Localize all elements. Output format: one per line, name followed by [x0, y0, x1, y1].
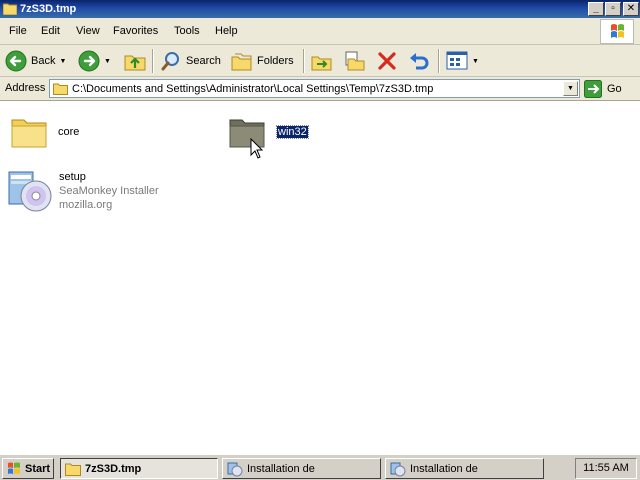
up-button[interactable]: [124, 48, 146, 74]
folder-item-core[interactable]: core: [10, 114, 120, 154]
copy-to-folder-icon: [345, 51, 365, 71]
go-label: Go: [607, 83, 622, 95]
views-dropdown-icon[interactable]: ▼: [472, 58, 479, 65]
start-button[interactable]: Start: [2, 458, 54, 479]
menu-tools[interactable]: Tools: [174, 25, 200, 37]
address-input[interactable]: C:\Documents and Settings\Administrator\…: [49, 79, 580, 98]
folder-up-icon: [124, 55, 146, 71]
forward-button[interactable]: ▼: [78, 48, 111, 74]
taskbar-button-installation-1[interactable]: Installation de: [222, 458, 381, 479]
address-path: C:\Documents and Settings\Administrator\…: [72, 83, 434, 95]
taskbar-button-explorer[interactable]: 7zS3D.tmp: [60, 458, 218, 479]
installer-icon: [227, 462, 243, 476]
file-name: setup: [59, 171, 86, 183]
move-to-button[interactable]: [311, 48, 333, 74]
undo-icon: [410, 53, 429, 70]
folders-icon: [231, 53, 252, 71]
toolbar-separator: [152, 49, 154, 73]
menu-help[interactable]: Help: [215, 25, 238, 37]
move-to-folder-icon: [311, 56, 332, 71]
file-list-view[interactable]: core win32 setup SeaMonkey Installer moz…: [0, 102, 640, 454]
start-label: Start: [25, 462, 51, 475]
back-label: Back: [31, 55, 56, 67]
taskbar-task-label: Installation de: [247, 462, 315, 475]
search-button[interactable]: Search: [160, 48, 221, 74]
folder-label-selected: win32: [276, 125, 309, 139]
minimize-button[interactable]: _: [588, 2, 604, 16]
menu-favorites[interactable]: Favorites: [113, 25, 158, 37]
installer-icon: [390, 462, 406, 476]
delete-x-icon: [378, 52, 396, 70]
menu-bar: File Edit View Favorites Tools Help: [0, 18, 640, 45]
address-bar: Address C:\Documents and Settings\Admini…: [0, 77, 640, 101]
taskbar: Start 7zS3D.tmp Installation de Installa…: [0, 454, 640, 480]
search-icon: [161, 52, 179, 71]
views-button[interactable]: ▼: [446, 48, 479, 74]
address-dropdown-button[interactable]: ▼: [563, 81, 578, 96]
folders-button[interactable]: Folders: [231, 48, 294, 74]
folder-label: core: [58, 126, 80, 138]
file-company: mozilla.org: [59, 199, 113, 211]
back-button[interactable]: Back ▼: [5, 48, 66, 74]
taskbar-task-label: Installation de: [410, 462, 478, 475]
folder-icon: [11, 119, 47, 148]
toolbar-separator: [438, 49, 440, 73]
folders-label: Folders: [257, 55, 294, 67]
folder-icon: [65, 463, 81, 476]
undo-button[interactable]: [408, 48, 430, 74]
go-button[interactable]: Go: [584, 80, 622, 98]
address-label: Address: [5, 82, 46, 94]
folder-item-win32[interactable]: win32: [228, 114, 338, 154]
forward-dropdown-icon[interactable]: ▼: [104, 58, 111, 65]
file-item-setup[interactable]: setup SeaMonkey Installer mozilla.org: [6, 166, 176, 214]
back-arrow-icon: [5, 50, 27, 72]
views-grid-icon: [446, 51, 468, 70]
taskbar-task-label: 7zS3D.tmp: [85, 462, 142, 475]
forward-arrow-icon: [78, 50, 100, 72]
back-dropdown-icon[interactable]: ▼: [59, 58, 66, 65]
taskbar-button-installation-2[interactable]: Installation de: [385, 458, 544, 479]
go-arrow-icon: [584, 80, 602, 98]
mouse-cursor-icon: [250, 138, 264, 159]
system-tray-clock[interactable]: 11:55 AM: [575, 458, 637, 479]
maximize-button[interactable]: ▫: [605, 2, 621, 16]
toolbar-separator: [303, 49, 305, 73]
delete-button[interactable]: [376, 48, 398, 74]
folder-icon: [3, 3, 17, 15]
windows-logo-icon: [600, 19, 634, 44]
installer-cd-icon: [8, 171, 52, 212]
folder-icon: [53, 83, 68, 95]
menu-edit[interactable]: Edit: [41, 25, 60, 37]
file-description: SeaMonkey Installer: [59, 185, 159, 197]
toolbar: Back ▼ ▼ Search Folders ▼: [0, 45, 640, 77]
search-label: Search: [186, 55, 221, 67]
close-button[interactable]: ✕: [623, 2, 639, 16]
menu-file[interactable]: File: [9, 25, 27, 37]
title-bar[interactable]: 7zS3D.tmp _ ▫ ✕: [0, 0, 640, 18]
copy-to-button[interactable]: [343, 48, 365, 74]
menu-view[interactable]: View: [76, 25, 100, 37]
window-title: 7zS3D.tmp: [20, 3, 77, 15]
windows-logo-icon: [8, 462, 20, 474]
